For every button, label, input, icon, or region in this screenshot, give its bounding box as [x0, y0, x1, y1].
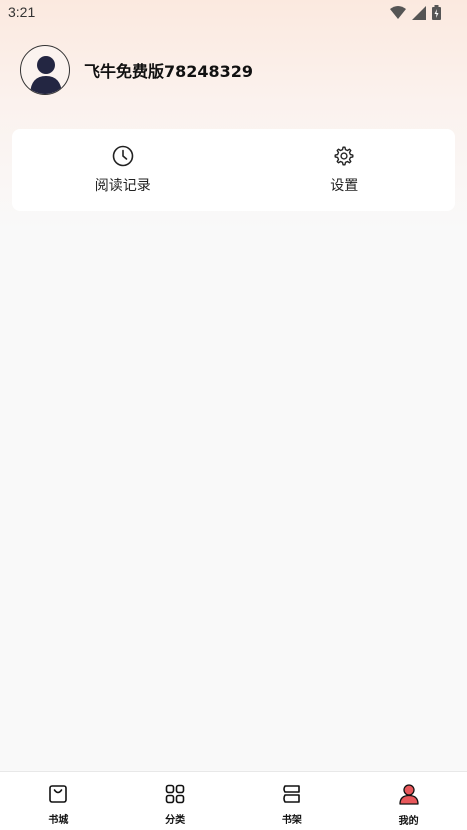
tab-bookshelf-label: 书架	[281, 815, 302, 826]
grid-icon	[165, 784, 185, 808]
tab-bookstore-label: 书城	[48, 815, 69, 826]
reading-history-button[interactable]: 阅读记录	[12, 129, 234, 211]
reading-history-label: 阅读记录	[94, 178, 151, 194]
bookshelf-icon	[282, 784, 302, 808]
bottom-tab-bar: 书城 分类 书架 我的	[0, 771, 467, 830]
tab-bookshelf[interactable]: 书架	[234, 772, 351, 830]
signal-icon	[412, 5, 426, 24]
status-time: 3:21	[8, 4, 36, 20]
clock-icon	[112, 145, 134, 171]
tab-mine[interactable]: 我的	[350, 772, 467, 830]
tab-bookstore[interactable]: 书城	[0, 772, 117, 830]
avatar-person-icon	[30, 56, 62, 94]
gear-icon	[333, 145, 355, 171]
shopping-bag-icon	[48, 784, 68, 808]
battery-icon	[432, 5, 441, 24]
profile-header[interactable]: 飞牛免费版78248329	[20, 45, 253, 95]
wifi-icon	[390, 5, 406, 24]
avatar[interactable]	[20, 45, 70, 95]
tab-categories-label: 分类	[165, 815, 186, 826]
status-icons	[390, 5, 441, 24]
username: 飞牛免费版78248329	[84, 62, 254, 81]
settings-button[interactable]: 设置	[234, 129, 456, 211]
tab-categories[interactable]: 分类	[117, 772, 234, 830]
settings-label: 设置	[330, 178, 359, 194]
status-bar: 3:21	[0, 0, 467, 26]
user-icon	[398, 784, 420, 809]
quick-actions-card: 阅读记录 设置	[12, 129, 455, 211]
tab-mine-label: 我的	[398, 816, 419, 827]
